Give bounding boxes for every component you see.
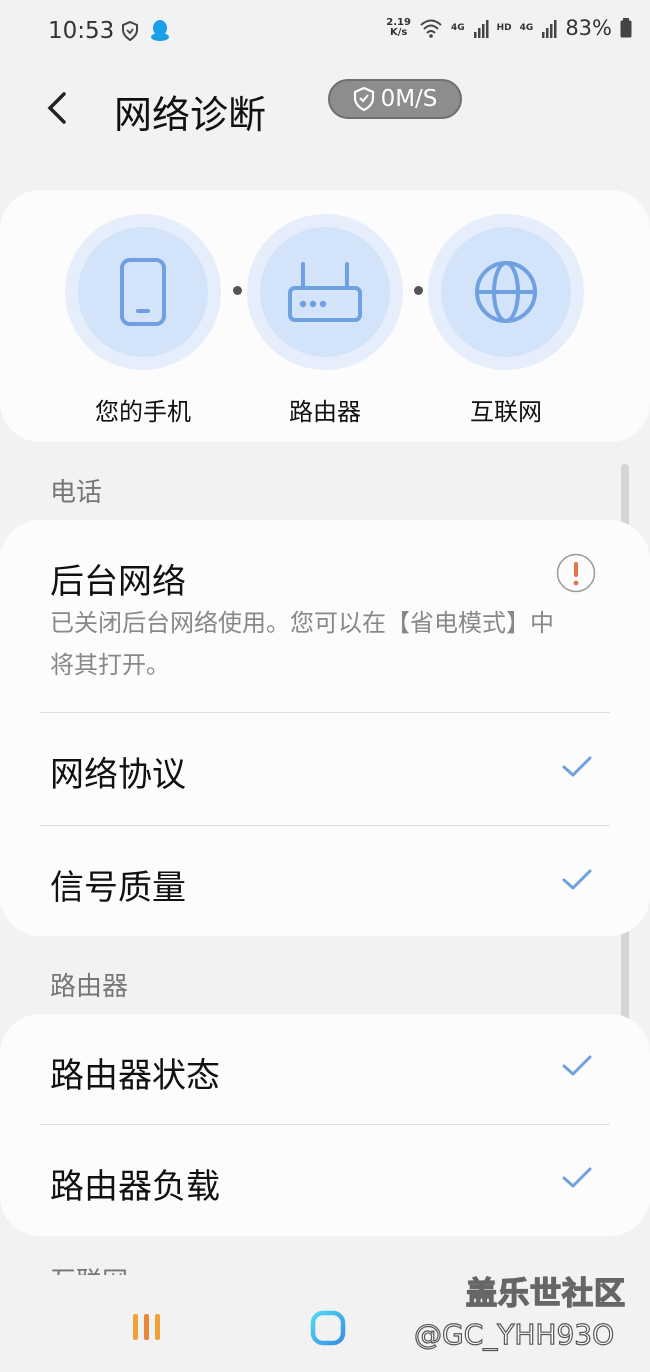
signal-icon [473, 20, 489, 38]
speed-badge[interactable]: 0M/S [328, 79, 462, 119]
app-bar: 网络诊断 0M/S [0, 64, 650, 164]
item-title: 后台网络 [50, 562, 186, 602]
item-description: 已关闭后台网络使用。您可以在【省电模式】中将其打开。 [50, 609, 554, 679]
item-title: 信号质量 [50, 868, 186, 908]
watermark-user: @GC_YHH93O [413, 1317, 615, 1351]
router-section-card: 路由器状态 路由器负载 [0, 1014, 650, 1236]
shield-icon [122, 21, 138, 41]
item-title: 网络协议 [50, 755, 186, 795]
recent-apps-icon[interactable] [130, 1310, 164, 1344]
section-header-internet: 互联网 [50, 1263, 128, 1275]
node-label: 互联网 [470, 398, 542, 426]
page-title: 网络诊断 [114, 93, 267, 137]
phone-icon [120, 258, 166, 326]
status-right: 2.19 K/s 4G HD 4G 83% [386, 16, 632, 40]
node-label: 您的手机 [95, 398, 191, 426]
speed-value: 0M/S [380, 86, 438, 112]
shield-icon [353, 87, 374, 111]
globe-icon [475, 261, 537, 323]
item-title: 路由器负载 [50, 1167, 220, 1207]
signal-icon-2 [542, 20, 557, 38]
battery-percent: 83% [565, 16, 612, 40]
warning-icon [556, 553, 596, 593]
list-item-network-protocol[interactable]: 网络协议 [0, 713, 650, 825]
home-icon[interactable] [310, 1310, 346, 1346]
network-type-label: 4G [450, 23, 465, 33]
router-icon [288, 262, 362, 322]
phone-section-card: 后台网络 已关闭后台网络使用。您可以在【省电模式】中将其打开。 网络协议 信号质… [0, 520, 650, 936]
status-time: 10:53 [48, 18, 115, 44]
wifi-icon [420, 19, 442, 38]
check-icon [562, 1167, 592, 1188]
connector-dot [414, 286, 423, 295]
network-topology-card: 您的手机 路由器 互联网 [0, 190, 650, 442]
section-header-phone: 电话 [50, 478, 103, 508]
qq-icon [151, 20, 169, 41]
node-internet[interactable]: 互联网 [428, 214, 584, 427]
check-icon [562, 1055, 592, 1076]
check-icon [562, 869, 592, 890]
node-label: 路由器 [289, 398, 361, 426]
item-title: 路由器状态 [50, 1056, 220, 1096]
list-item-background-network[interactable]: 后台网络 已关闭后台网络使用。您可以在【省电模式】中将其打开。 [0, 520, 650, 712]
network-type-label-2: 4G [519, 23, 534, 33]
list-item-router-status[interactable]: 路由器状态 [0, 1014, 650, 1124]
network-speed: 2.19 K/s [386, 17, 411, 38]
hd-label: HD [496, 23, 512, 33]
check-icon [562, 756, 592, 777]
node-router[interactable]: 路由器 [247, 214, 403, 427]
watermark-community: 盖乐世社区 [465, 1275, 626, 1313]
connector-dot [233, 286, 242, 295]
battery-icon [620, 18, 632, 38]
list-item-router-load[interactable]: 路由器负载 [0, 1125, 650, 1236]
status-bar: 10:53 2.19 K/s 4G HD 4G 83% [0, 0, 650, 64]
back-button[interactable] [36, 86, 80, 130]
node-phone[interactable]: 您的手机 [65, 214, 221, 427]
list-item-signal-quality[interactable]: 信号质量 [0, 826, 650, 936]
section-header-router: 路由器 [50, 972, 129, 1002]
